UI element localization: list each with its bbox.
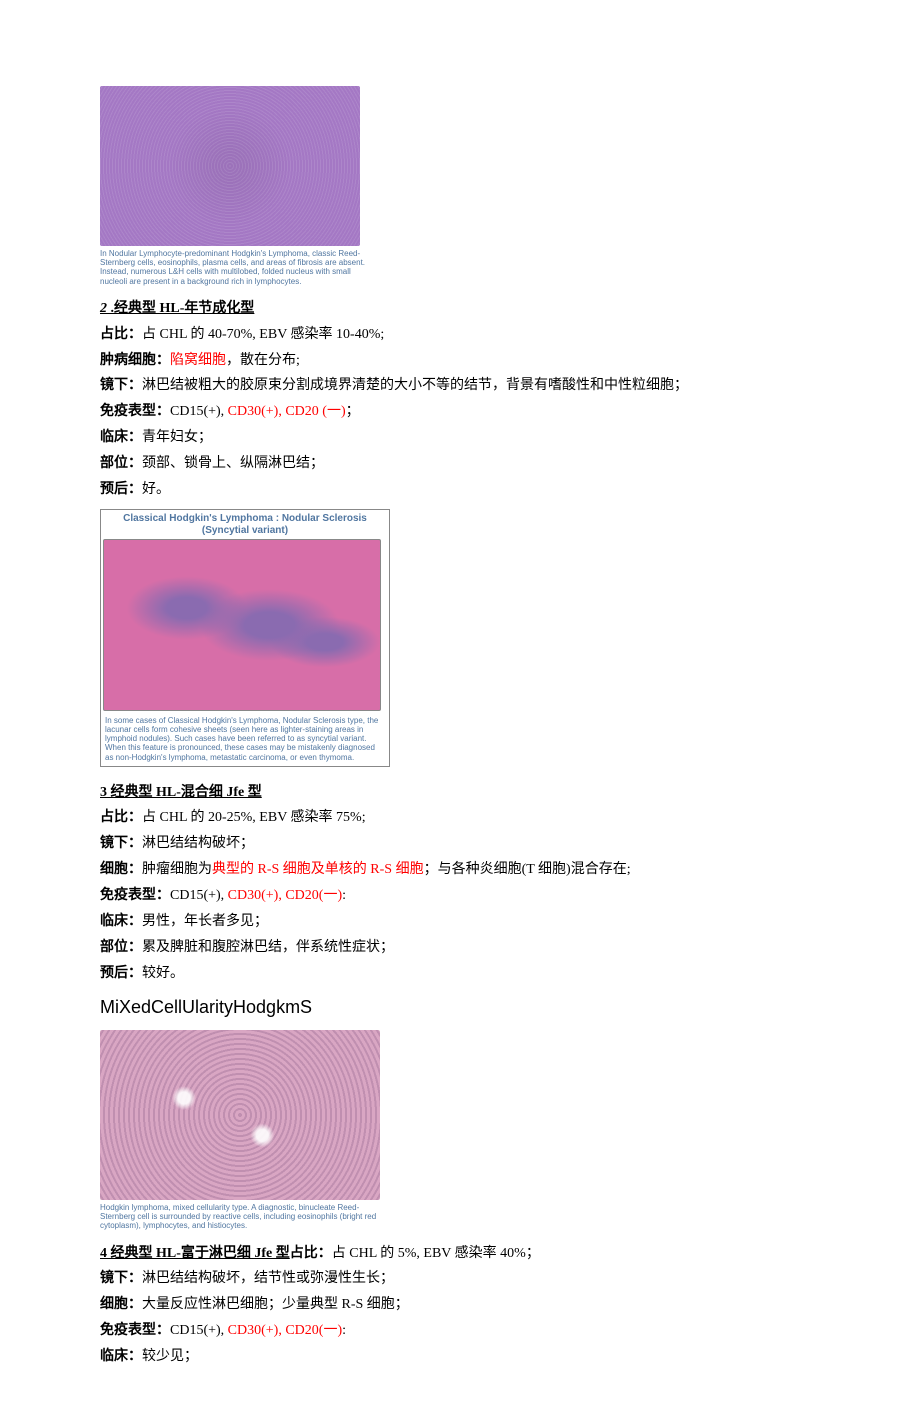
sec2-line-clinical: 临床：青年妇女； bbox=[100, 425, 820, 451]
section-4-heading: 4 经典型 HL-富于淋巴细 Jfe 型占比：占 CHL 的 5%, EBV 感… bbox=[100, 1241, 820, 1267]
sec3-line-clinical: 临床：男性，年长者多见； bbox=[100, 909, 820, 935]
sec4-line-cells: 细胞：大量反应性淋巴细胞；少量典型 R-S 细胞； bbox=[100, 1292, 820, 1318]
figure-2-image bbox=[103, 539, 381, 711]
sec3-line-immuno: 免疫表型：CD15(+), CD30(+), CD20(一): bbox=[100, 883, 820, 909]
figure-1-caption: In Nodular Lymphocyte-predominant Hodgki… bbox=[100, 249, 380, 286]
sec3-line-site: 部位：累及脾脏和腹腔淋巴结，伴系统性症状； bbox=[100, 935, 820, 961]
figure-2: Classical Hodgkin's Lymphoma : Nodular S… bbox=[100, 509, 820, 770]
sec3-line-ratio: 占比：占 CHL 的 20-25%, EBV 感染率 75%; bbox=[100, 805, 820, 831]
sec2-line-micro: 镜下：淋巴结被粗大的胶原束分割成境界清楚的大小不等的结节，背景有嗜酸性和中性粒细… bbox=[100, 373, 820, 399]
sec3-headline: MiXedCellUlarityHodgkmS bbox=[100, 991, 820, 1024]
sec4-line-immuno: 免疫表型：CD15(+), CD30(+), CD20(一): bbox=[100, 1318, 820, 1344]
sec2-line-site: 部位：颈部、锁骨上、纵隔淋巴结； bbox=[100, 451, 820, 477]
section-2-num: 2 bbox=[100, 301, 111, 316]
section-2-title: .经典型 HL-年节成化型 bbox=[111, 301, 255, 316]
sec2-line-immuno: 免疫表型：CD15(+), CD30(+), CD20 (一)； bbox=[100, 399, 820, 425]
sec3-line-micro: 镜下：淋巴结结构破坏； bbox=[100, 831, 820, 857]
sec3-line-cells: 细胞：肿瘤细胞为典型的 R-S 细胞及单核的 R-S 细胞；与各种炎细胞(T 细… bbox=[100, 857, 820, 883]
sec2-line-cells: 肿病细胞：陷窝细胞，散在分布; bbox=[100, 348, 820, 374]
figure-3-caption: Hodgkin lymphoma, mixed cellularity type… bbox=[100, 1203, 380, 1231]
sec4-line-micro: 镜下：淋巴结结构破坏，结节性或弥漫性生长； bbox=[100, 1266, 820, 1292]
figure-2-frame: Classical Hodgkin's Lymphoma : Nodular S… bbox=[100, 509, 390, 767]
figure-3-image bbox=[100, 1030, 380, 1200]
figure-3: Hodgkin lymphoma, mixed cellularity type… bbox=[100, 1030, 820, 1231]
sec4-line-clinical: 临床：较少见； bbox=[100, 1344, 820, 1370]
sec3-line-prognosis: 预后：较好。 bbox=[100, 961, 820, 987]
figure-1-image bbox=[100, 86, 360, 246]
figure-2-caption: In some cases of Classical Hodgkin's Lym… bbox=[101, 714, 389, 766]
sec2-line-ratio: 占比：占 CHL 的 40-70%, EBV 感染率 10-40%; bbox=[100, 322, 820, 348]
section-3-heading: 3 经典型 HL-混合细 Jfe 型 bbox=[100, 780, 820, 806]
section-2-heading: 2 .经典型 HL-年节成化型 bbox=[100, 296, 820, 322]
sec2-line-prognosis: 预后：好。 bbox=[100, 477, 820, 503]
figure-2-title: Classical Hodgkin's Lymphoma : Nodular S… bbox=[101, 510, 389, 537]
figure-1: In Nodular Lymphocyte-predominant Hodgki… bbox=[100, 86, 820, 286]
